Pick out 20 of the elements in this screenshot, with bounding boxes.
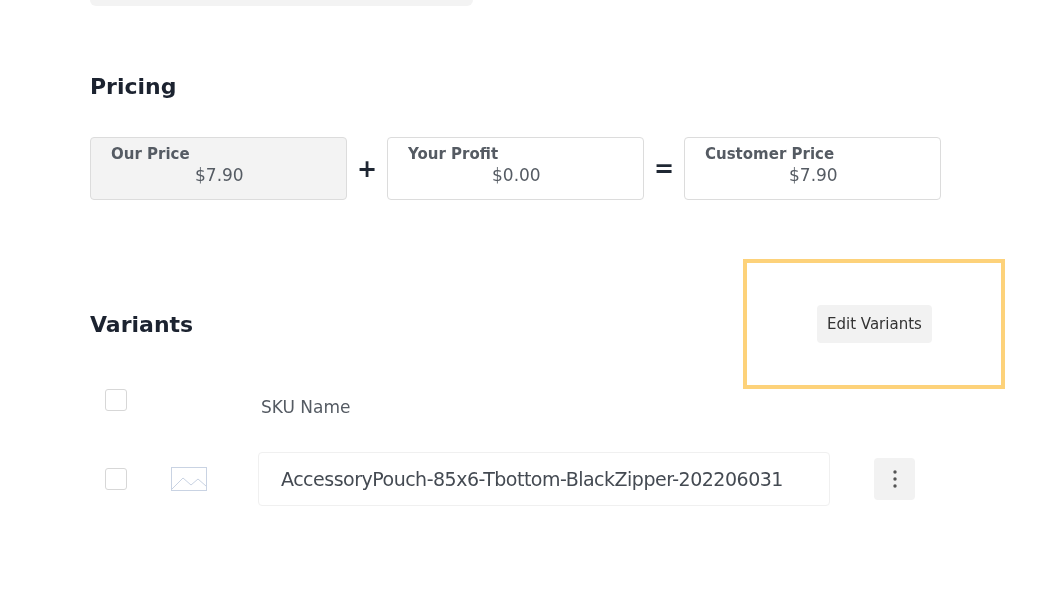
section-title: Variants [90, 311, 194, 337]
field-value: $7.90 [195, 165, 245, 185]
edit-variants-button[interactable]: Edit Variants [817, 305, 932, 343]
price-field[interactable]: Your Profit $0.00 [387, 137, 644, 200]
field-label: Our Price [111, 145, 191, 163]
section-title: Pricing [90, 74, 178, 99]
operator-sign: = [652, 154, 676, 183]
checkbox[interactable] [105, 468, 127, 490]
field-value: $0.00 [492, 165, 542, 185]
more-icon [892, 470, 897, 488]
price-field[interactable]: Customer Price $7.90 [684, 137, 941, 200]
field-value: $7.90 [789, 165, 839, 185]
operator-sign: + [355, 154, 379, 183]
field-label: Customer Price [705, 145, 836, 163]
image-placeholder-icon [171, 467, 207, 491]
more-options-button[interactable] [874, 458, 915, 500]
field-label: Your Profit [408, 145, 500, 163]
column-header: SKU Name [261, 397, 351, 417]
sku-field[interactable]: AccessoryPouch-85x6-Tbottom-BlackZipper-202206031 [258, 452, 830, 506]
checkbox[interactable] [105, 389, 127, 411]
